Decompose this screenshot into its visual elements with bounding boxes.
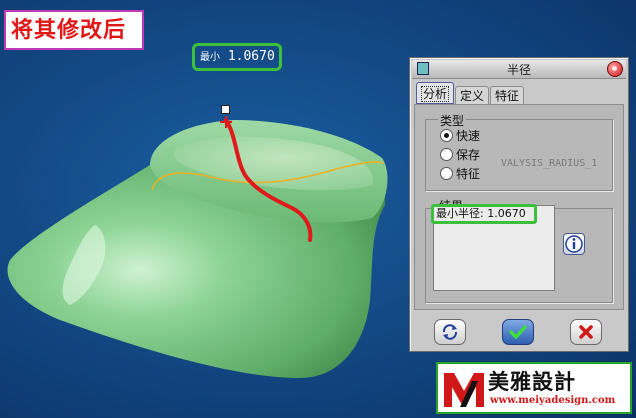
refresh-icon [442, 324, 458, 340]
dialog-title: 半径 [506, 63, 531, 77]
radio-feature[interactable]: 特征 [440, 166, 480, 182]
radio-quick[interactable]: 快速 [440, 128, 480, 144]
meiya-logo-icon [444, 373, 484, 407]
refresh-button[interactable] [434, 319, 466, 345]
dialog-titlebar[interactable]: 半径 [412, 60, 626, 79]
radio-feature-label: 特征 [456, 167, 481, 181]
info-button[interactable] [563, 233, 585, 255]
pick-point-handle[interactable] [221, 105, 230, 114]
readout-value: 1.0670 [227, 49, 275, 64]
radio-save-label: 保存 [456, 148, 481, 162]
brand-name: 美雅設計 [488, 370, 576, 394]
info-icon [565, 235, 583, 253]
part-model [7, 116, 388, 378]
ok-button[interactable] [502, 319, 534, 345]
close-button[interactable] [607, 61, 623, 77]
x-icon [579, 325, 593, 339]
radio-save[interactable]: 保存 [440, 147, 480, 163]
radio-feature-indicator[interactable] [440, 167, 453, 180]
readout-label: 最小 [200, 52, 220, 63]
type-group-title: 类型 [438, 112, 467, 129]
radio-quick-label: 快速 [456, 129, 481, 143]
tab-definition[interactable]: 定义 [455, 86, 489, 104]
brand-url: www.meiyadesign.com [490, 395, 616, 406]
analysis-name-field[interactable]: VALYSIS_RADIUS_1 [501, 158, 597, 169]
type-group: 类型 快速 保存 特征 VALYSIS_RADIUS_1 [425, 112, 613, 191]
tab-feature[interactable]: 特征 [490, 86, 524, 104]
brand-logo: 美雅設計 www.meiyadesign.com [436, 362, 632, 414]
checkmark-icon [509, 325, 527, 339]
analysis-panel: 类型 快速 保存 特征 VALYSIS_RADIUS_1 结果 最小半径: 1.… [414, 104, 624, 310]
annotation-caption: 将其修改后 [4, 10, 144, 50]
min-radius-result: 最小半径: 1.0670 [431, 204, 537, 224]
result-list[interactable]: 最小半径: 1.0670 [431, 204, 555, 291]
radius-readout: 最小 1.0670 [192, 43, 282, 71]
tab-analysis[interactable]: 分析 [416, 82, 454, 104]
cancel-button[interactable] [570, 319, 602, 345]
radius-dialog: 半径 分析 定义 特征 类型 快速 保存 特征 VALYSIS_RADIUS_1… [409, 57, 629, 352]
radio-quick-indicator[interactable] [440, 129, 453, 142]
radio-save-indicator[interactable] [440, 148, 453, 161]
